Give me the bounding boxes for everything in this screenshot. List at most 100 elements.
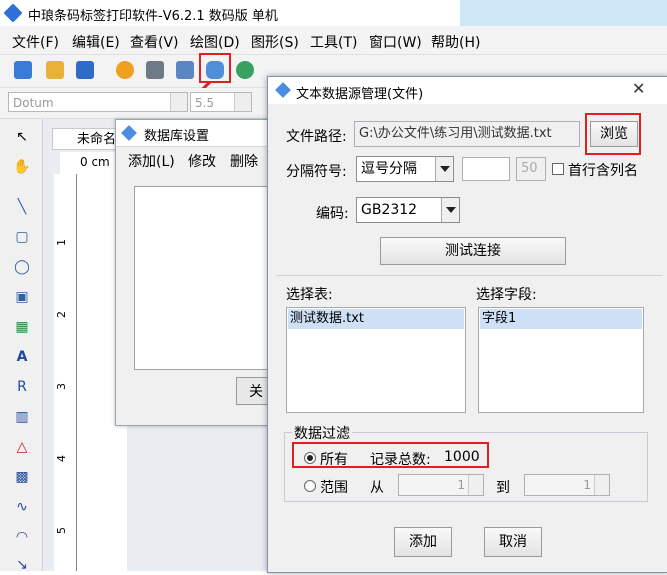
rectangle-icon[interactable]: ▢ (12, 227, 32, 247)
data-source-list[interactable] (134, 186, 276, 370)
close-icon: ✕ (632, 79, 646, 98)
size-value: 5.5 (195, 96, 215, 110)
barcode-icon[interactable]: ▥ (12, 407, 32, 427)
chevron-down-icon (170, 93, 187, 111)
settings-icon[interactable] (116, 61, 134, 79)
text-data-source-dialog: 文本数据源管理(文件) ✕ 文件路径: G:\办公文件\练习用\测试数据.txt… (267, 76, 667, 573)
menu-shape[interactable]: 图形(S) (251, 32, 299, 52)
line-icon[interactable]: ╲ (12, 197, 32, 217)
cancel-button[interactable]: 取消 (484, 527, 542, 557)
record-count-highlight (292, 442, 489, 468)
size-combo[interactable]: 5.5 (190, 92, 252, 112)
chevron-down-icon (435, 157, 453, 181)
arc-icon[interactable]: ◠ (12, 527, 32, 547)
dialog-logo-icon (275, 82, 291, 98)
curve-icon[interactable]: ∿ (12, 497, 32, 517)
picture-icon[interactable]: ▦ (12, 317, 32, 337)
ruler-mark: 5 (55, 527, 68, 534)
ds-menu-edit[interactable]: 修改 (188, 151, 216, 171)
ruler-mark: 4 (55, 455, 68, 462)
path-label: 文件路径: (286, 129, 347, 145)
separator-custom-input[interactable] (462, 157, 510, 181)
spinner-arrows-icon[interactable] (468, 475, 483, 495)
field-list[interactable]: 字段1 (478, 307, 644, 413)
range-from-spinner[interactable]: 1 (398, 474, 484, 496)
menu-help[interactable]: 帮助(H) (431, 32, 480, 52)
menu-edit[interactable]: 编辑(E) (72, 32, 120, 52)
more-tools-icon[interactable]: ↘ (12, 555, 32, 575)
first-row-label: 首行含列名 (568, 163, 638, 179)
menu-tools[interactable]: 工具(T) (310, 32, 357, 52)
menu-view[interactable]: 查看(V) (130, 32, 179, 52)
add-button[interactable]: 添加 (394, 527, 452, 557)
database-settings-title: 数据库设置 (144, 129, 210, 144)
text-icon[interactable]: A (12, 347, 32, 367)
ruler-left: 1 2 3 4 5 (54, 174, 77, 571)
ruler-unit-label: 0 cm (80, 155, 110, 169)
path-field[interactable]: G:\办公文件\练习用\测试数据.txt (354, 121, 580, 147)
close-window-button[interactable]: ✕ (616, 77, 662, 99)
separator-value: 逗号分隔 (361, 161, 417, 177)
spinner-arrows-icon[interactable] (594, 475, 609, 495)
field-list-item[interactable]: 字段1 (480, 309, 642, 329)
range-to-value: 1 (583, 478, 591, 492)
polygon-icon[interactable]: △ (12, 437, 32, 457)
document-tab-label: 未命名 (77, 132, 117, 147)
font-value: Dotum (13, 96, 54, 110)
chevron-down-icon (441, 198, 459, 222)
title-bar: 中琅条码标签打印软件-V6.2.1 数码版 单机 (0, 0, 667, 26)
chevron-down-icon (234, 93, 251, 111)
new-icon[interactable] (14, 61, 32, 79)
separator-select[interactable]: 逗号分隔 (356, 156, 454, 182)
pointer-icon[interactable]: ↖ (12, 127, 32, 147)
ellipse-icon[interactable]: ◯ (12, 257, 32, 277)
select-table-label: 选择表: (286, 287, 333, 303)
range-from-label: 从 (370, 480, 384, 496)
menu-file[interactable]: 文件(F) (12, 32, 59, 52)
select-field-label: 选择字段: (476, 287, 537, 303)
range-to-spinner[interactable]: 1 (524, 474, 610, 496)
database-settings-dialog: 数据库设置 添加(L) 修改 删除 关 (115, 119, 277, 426)
table-list[interactable]: 测试数据.txt (286, 307, 466, 413)
open-icon[interactable] (46, 61, 64, 79)
encoding-select[interactable]: GB2312 (356, 197, 460, 223)
app-title: 中琅条码标签打印软件-V6.2.1 数码版 单机 (28, 9, 278, 24)
range-to-label: 到 (496, 480, 510, 496)
save-icon[interactable] (76, 61, 94, 79)
print-preview-icon[interactable] (176, 61, 194, 79)
dialog-logo-icon (121, 125, 137, 141)
browse-highlight (585, 113, 641, 155)
ds-menu-add[interactable]: 添加(L) (128, 151, 175, 171)
ruler-mark: 3 (55, 383, 68, 390)
menu-draw[interactable]: 绘图(D) (190, 32, 240, 52)
ds-menu-delete[interactable]: 删除 (230, 151, 258, 171)
menu-window[interactable]: 窗口(W) (369, 32, 422, 52)
ruler-mark: 2 (55, 311, 68, 318)
ruler-top: 0 cm (60, 152, 120, 175)
dialog-title: 文本数据源管理(文件) (296, 87, 424, 102)
data-filter-label: 数据过滤 (292, 423, 352, 443)
font-combo[interactable]: Dotum (8, 92, 188, 112)
table-list-item[interactable]: 测试数据.txt (288, 309, 464, 329)
ruler-mark: 1 (55, 239, 68, 246)
first-row-checkbox[interactable] (552, 163, 564, 175)
pan-icon[interactable]: ✋ (12, 157, 32, 177)
rich-text-icon[interactable]: R (12, 377, 32, 397)
dialog-titlebar: 文本数据源管理(文件) ✕ (268, 77, 667, 104)
separator-length-input[interactable]: 50 (516, 157, 546, 181)
separator-label: 分隔符号: (286, 164, 347, 180)
test-connection-button[interactable]: 测试连接 (380, 237, 566, 265)
filter-range-label: 范围 (320, 480, 348, 496)
encoding-value: GB2312 (361, 202, 418, 218)
app-logo-icon (3, 3, 23, 23)
title-bar-background (460, 0, 667, 26)
database-settings-menu: 添加(L) 修改 删除 (116, 147, 276, 171)
image-icon[interactable]: ▣ (12, 287, 32, 307)
qrcode-icon[interactable]: ▩ (12, 467, 32, 487)
print-icon[interactable] (146, 61, 164, 79)
divider (276, 275, 662, 276)
range-from-value: 1 (457, 478, 465, 492)
data-source-icon[interactable] (236, 61, 254, 79)
filter-range-radio[interactable] (304, 480, 316, 492)
database-settings-titlebar: 数据库设置 (116, 120, 276, 147)
